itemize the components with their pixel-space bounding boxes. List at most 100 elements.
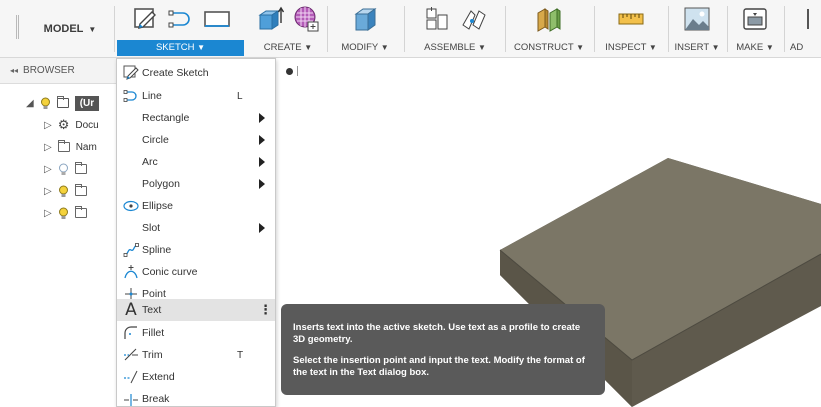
submenu-arrow-icon (259, 113, 265, 123)
toolbar-grip[interactable] (16, 15, 19, 39)
tree-label-document-settings: Docu (75, 119, 99, 131)
expand-right-icon[interactable]: ▷ (44, 208, 52, 219)
gear-icon: ⚙ (57, 117, 70, 132)
chevron-down-icon: ▼ (380, 43, 389, 52)
tree-row-sketches[interactable]: ▷ (44, 202, 93, 224)
expand-down-icon[interactable]: ◢ (26, 98, 34, 109)
menu-item-text[interactable]: A Text ⋮ (117, 299, 275, 321)
chevron-down-icon: ▼ (88, 24, 97, 34)
more-options-icon[interactable]: ⋮ (259, 303, 272, 316)
menu-item-polygon[interactable]: Polygon (117, 173, 275, 195)
menu-item-conic-curve[interactable]: Conic curve (117, 261, 275, 283)
group-label-construct: CONSTRUCT (513, 42, 574, 53)
group-label-modify: MODIFY (341, 42, 379, 53)
addins-icon[interactable] (805, 4, 821, 34)
toolbar-divider (327, 6, 328, 52)
tree-row-origin[interactable]: ▷ (44, 158, 93, 180)
menu-item-slot[interactable]: Slot (117, 217, 275, 239)
pin-icon[interactable] (286, 67, 293, 75)
group-label-inspect: INSPECT (605, 42, 647, 53)
3d-print-icon[interactable] (740, 4, 770, 34)
measure-icon[interactable] (616, 4, 646, 34)
visibility-bulb-off-icon[interactable] (58, 163, 69, 176)
menu-label: Extend (142, 371, 175, 383)
menu-item-spline[interactable]: Spline (117, 239, 275, 261)
tree-row-document-settings[interactable]: ▷ ⚙ Docu (44, 114, 99, 136)
toolbar-group-construct[interactable]: CONSTRUCT ▼ (508, 0, 590, 58)
toolbar-divider (727, 6, 728, 52)
chevron-down-icon: ▼ (765, 43, 774, 52)
main-toolbar: MODEL ▼ SKETCH ▼ CREATE ▼ MODIFY ▼ ASSEM… (0, 0, 821, 58)
menu-item-arc[interactable]: Arc (117, 151, 275, 173)
toolbar-group-sketch[interactable]: SKETCH ▼ (117, 0, 244, 58)
resize-handle[interactable] (297, 66, 298, 76)
tree-row-named-views[interactable]: ▷ Nam (44, 136, 97, 158)
group-label-assemble: ASSEMBLE (424, 42, 476, 53)
tree-row-bodies[interactable]: ▷ (44, 180, 93, 202)
submenu-arrow-icon (259, 135, 265, 145)
rectangle-icon[interactable] (202, 4, 232, 34)
workspace-label: MODEL (43, 23, 84, 35)
shortcut-key: T (237, 349, 244, 361)
ellipse-icon (122, 197, 140, 215)
visibility-bulb-icon[interactable] (40, 97, 51, 110)
toolbar-group-make[interactable]: MAKE ▼ (729, 0, 781, 58)
menu-label: Polygon (142, 178, 180, 190)
folder-icon (57, 140, 70, 152)
toolbar-group-insert[interactable]: INSERT ▼ (670, 0, 724, 58)
menu-item-trim[interactable]: Trim T (117, 344, 275, 366)
insert-image-icon[interactable] (682, 4, 712, 34)
chevron-down-icon: ▼ (477, 43, 486, 52)
menu-item-rectangle[interactable]: Rectangle (117, 107, 275, 129)
browser-header[interactable]: ◂◂ BROWSER (0, 58, 116, 84)
visibility-bulb-icon[interactable] (58, 207, 69, 220)
spline-icon (122, 241, 140, 259)
workspace-model-dropdown[interactable]: MODEL ▼ (30, 0, 110, 58)
line-icon (122, 87, 140, 105)
tree-label-root: (Ur (74, 95, 100, 111)
submenu-arrow-icon (259, 223, 265, 233)
text-icon: A (125, 300, 137, 320)
pattern-icon[interactable] (291, 4, 321, 34)
menu-item-break[interactable]: Break (117, 388, 275, 407)
new-component-icon[interactable] (422, 4, 452, 34)
break-icon (122, 390, 140, 407)
line-icon[interactable] (166, 4, 196, 34)
toolbar-divider (594, 6, 595, 52)
menu-label: Ellipse (142, 200, 173, 212)
toolbar-group-assemble[interactable]: ASSEMBLE ▼ (407, 0, 503, 58)
menu-item-extend[interactable]: Extend (117, 366, 275, 388)
menu-item-circle[interactable]: Circle (117, 129, 275, 151)
expand-right-icon[interactable]: ▷ (44, 142, 52, 153)
collapse-browser-icon[interactable]: ◂◂ (10, 66, 18, 75)
fillet-icon (122, 324, 140, 342)
toolbar-divider (404, 6, 405, 52)
menu-item-create-sketch[interactable]: Create Sketch (117, 62, 275, 84)
menu-item-ellipse[interactable]: Ellipse (117, 195, 275, 217)
tree-row-root[interactable]: ◢ (Ur (26, 92, 100, 114)
toolbar-divider (114, 6, 115, 52)
browser-title: BROWSER (23, 65, 75, 76)
folder-icon (74, 206, 87, 218)
chevron-down-icon: ▼ (304, 43, 313, 52)
toolbar-group-modify[interactable]: MODIFY ▼ (330, 0, 400, 58)
menu-item-line[interactable]: Line L (117, 85, 275, 107)
expand-right-icon[interactable]: ▷ (44, 164, 52, 175)
offset-plane-icon[interactable] (534, 4, 564, 34)
joint-icon[interactable] (458, 4, 488, 34)
extrude-icon[interactable] (255, 4, 285, 34)
create-sketch-icon[interactable] (130, 4, 160, 34)
extend-icon (122, 368, 140, 386)
menu-label: Break (142, 393, 170, 405)
trim-icon (122, 346, 140, 364)
toolbar-group-inspect[interactable]: INSPECT ▼ (597, 0, 665, 58)
menu-label: Fillet (142, 327, 165, 339)
component-icon (56, 96, 69, 108)
expand-right-icon[interactable]: ▷ (44, 186, 52, 197)
menu-item-fillet[interactable]: Fillet (117, 322, 275, 344)
toolbar-group-create[interactable]: CREATE ▼ (252, 0, 324, 58)
toolbar-group-addins[interactable]: AD (787, 0, 821, 58)
visibility-bulb-icon[interactable] (58, 185, 69, 198)
press-pull-icon[interactable] (350, 4, 380, 34)
expand-right-icon[interactable]: ▷ (44, 120, 52, 131)
